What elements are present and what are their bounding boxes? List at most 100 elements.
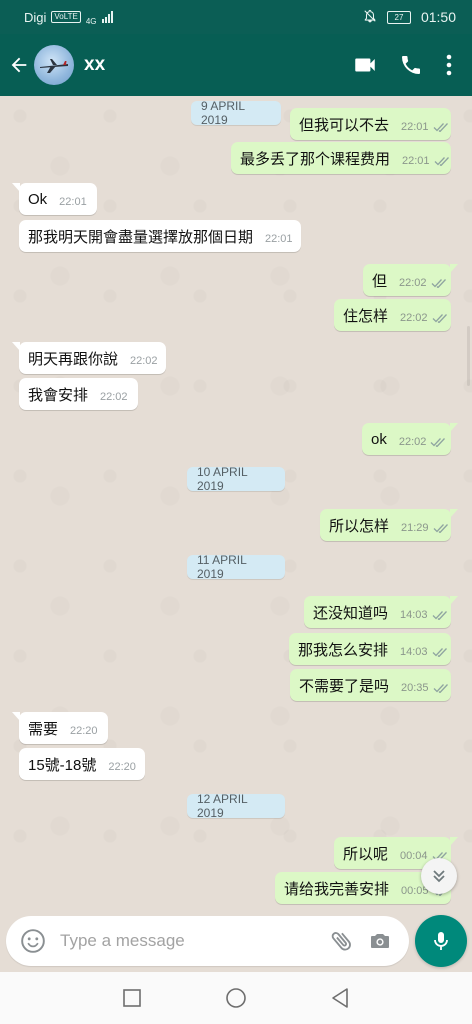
scrollbar[interactable] xyxy=(467,326,470,386)
camera-button[interactable] xyxy=(361,922,399,960)
back-button[interactable] xyxy=(6,45,32,85)
home-button[interactable] xyxy=(214,976,258,1020)
video-call-button[interactable] xyxy=(342,42,388,88)
message-text: 所以怎样 xyxy=(329,517,390,535)
avatar[interactable] xyxy=(34,45,74,85)
more-options-button[interactable] xyxy=(434,42,464,88)
message-time: 21:29 xyxy=(401,522,429,534)
message-bubble-outgoing[interactable]: 但 22:02 xyxy=(363,264,458,296)
message-time: 22:01 xyxy=(59,196,87,208)
message-bubble-incoming[interactable]: 我會安排 22:02 xyxy=(19,378,138,410)
message-time: 14:03 xyxy=(400,646,428,658)
double-check-icon xyxy=(433,122,449,132)
square-icon xyxy=(123,989,141,1007)
message-text: 我會安排 xyxy=(28,386,89,404)
message-input[interactable] xyxy=(58,930,323,952)
message-time: 22:01 xyxy=(401,121,429,133)
double-check-icon xyxy=(432,647,448,657)
status-bar: Digi VoLTE 4G 27 01:50 xyxy=(0,0,472,34)
mute-icon xyxy=(363,9,377,26)
message-bubble-incoming[interactable]: 明天再跟你說 22:02 xyxy=(12,342,166,374)
clock: 01:50 xyxy=(420,9,456,25)
message-time: 22:20 xyxy=(70,725,98,737)
double-check-icon xyxy=(434,156,450,166)
emoji-button[interactable] xyxy=(18,922,48,960)
message-text: 15號-18號 xyxy=(28,756,97,774)
message-time: 22:02 xyxy=(399,277,427,289)
message-bubble-outgoing[interactable]: 那我怎么安排 14:03 xyxy=(289,633,451,665)
network-label: 4G xyxy=(85,16,97,26)
triangle-back-icon xyxy=(332,988,348,1008)
double-check-icon xyxy=(430,437,446,447)
message-bubble-outgoing[interactable]: ok 22:02 xyxy=(362,423,458,455)
message-bubble-incoming[interactable]: 那我明天開會盡量選擇放那個日期 22:01 xyxy=(19,220,301,252)
emoji-icon xyxy=(21,929,45,953)
date-chip: 12 APRIL 2019 xyxy=(187,792,285,820)
message-time: 20:35 xyxy=(401,682,429,694)
message-time: 22:02 xyxy=(398,436,427,448)
more-vert-icon xyxy=(446,54,452,76)
paperclip-icon xyxy=(331,932,351,951)
message-time: 14:03 xyxy=(400,609,428,621)
signal-icon xyxy=(101,11,113,23)
voice-record-button[interactable] xyxy=(415,915,467,967)
message-text: 那我怎么安排 xyxy=(298,641,389,659)
message-bubble-outgoing[interactable]: 还没知道吗 14:03 xyxy=(304,596,458,628)
message-bubble-incoming[interactable]: 15號-18號 22:20 xyxy=(19,748,145,780)
double-check-icon xyxy=(433,523,449,533)
voice-call-button[interactable] xyxy=(388,42,434,88)
date-chip: 9 APRIL 2019 xyxy=(191,99,281,127)
double-check-icon xyxy=(432,313,448,323)
chevron-double-down-icon xyxy=(433,870,445,883)
message-text: 但 xyxy=(372,272,388,290)
battery-icon: 27 xyxy=(386,10,411,24)
airplane-icon xyxy=(40,59,68,73)
message-bubble-outgoing[interactable]: 但我可以不去 22:01 xyxy=(290,108,451,140)
contact-name[interactable]: xx xyxy=(84,54,342,76)
attach-button[interactable] xyxy=(323,922,361,960)
message-text: 需要 xyxy=(28,720,59,738)
message-text: 最多丢了那个课程费用 xyxy=(240,150,391,168)
system-back-button[interactable] xyxy=(318,976,362,1020)
message-bubble-outgoing[interactable]: 不需要了是吗 20:35 xyxy=(290,669,451,701)
message-text: 所以呢 xyxy=(343,845,389,863)
volte-badge: VoLTE xyxy=(51,11,81,23)
arrow-left-icon xyxy=(11,57,27,73)
message-text: 那我明天開會盡量選擇放那個日期 xyxy=(28,228,254,246)
phone-icon xyxy=(402,56,420,74)
message-time: 00:04 xyxy=(400,850,428,862)
chat-header: xx xyxy=(0,34,472,96)
message-time: 22:02 xyxy=(400,312,428,324)
double-check-icon xyxy=(433,683,449,693)
message-text: 明天再跟你說 xyxy=(28,350,119,368)
message-text: 不需要了是吗 xyxy=(299,677,390,695)
date-chip: 10 APRIL 2019 xyxy=(187,465,285,493)
message-time: 22:20 xyxy=(108,761,136,773)
message-time: 22:01 xyxy=(265,233,293,245)
recents-button[interactable] xyxy=(110,976,154,1020)
message-bubble-incoming[interactable]: Ok 22:01 xyxy=(12,183,97,215)
message-list[interactable]: 9 APRIL 2019 但我可以不去 22:01 最多丢了那个课程费用 22:… xyxy=(0,96,472,914)
message-text: Ok xyxy=(28,190,48,208)
carrier-label: Digi xyxy=(24,9,47,25)
message-text: 住怎样 xyxy=(343,307,389,325)
message-text: 还没知道吗 xyxy=(313,604,389,622)
circle-icon xyxy=(226,988,246,1008)
system-navigation-bar xyxy=(0,972,472,1024)
message-time: 22:01 xyxy=(402,155,430,167)
date-chip: 11 APRIL 2019 xyxy=(187,553,285,581)
video-call-icon xyxy=(355,58,375,72)
mic-icon xyxy=(434,932,448,950)
message-time: 22:02 xyxy=(100,391,128,403)
message-bubble-outgoing[interactable]: 最多丢了那个课程费用 22:01 xyxy=(231,142,451,174)
message-bubble-incoming[interactable]: 需要 22:20 xyxy=(12,712,108,744)
message-bubble-outgoing[interactable]: 所以怎样 21:29 xyxy=(320,509,458,541)
message-text: 请给我完善安排 xyxy=(284,880,390,898)
scroll-to-bottom-button[interactable] xyxy=(421,858,457,894)
message-text: 但我可以不去 xyxy=(299,116,390,134)
message-text: ok xyxy=(371,430,387,448)
double-check-icon xyxy=(432,610,448,620)
message-bubble-outgoing[interactable]: 住怎样 22:02 xyxy=(334,299,451,331)
message-time: 22:02 xyxy=(130,355,158,367)
message-composer xyxy=(6,916,409,966)
